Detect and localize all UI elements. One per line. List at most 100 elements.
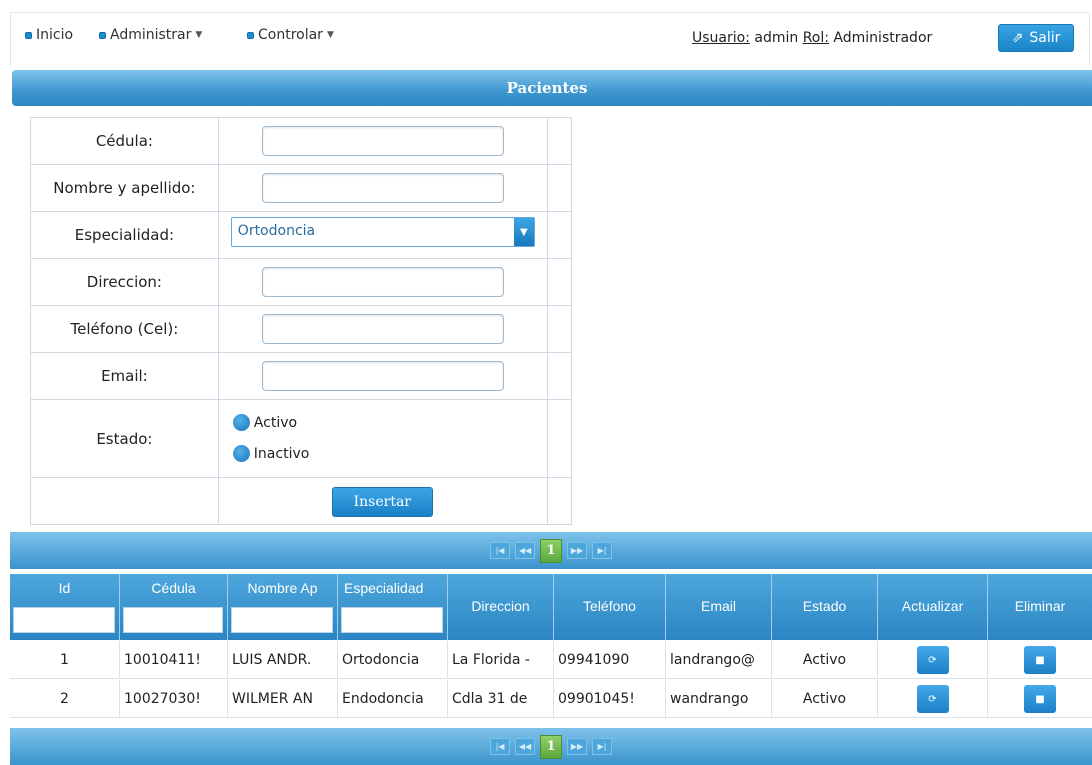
logout-label: Salir [1029,30,1061,46]
radio-activo-label: Activo [253,414,298,431]
cell-cedula: 10027030! [120,680,228,718]
col-title: Id [58,580,71,596]
cell-id: 2 [10,680,120,718]
panel-title: Pacientes [506,79,588,97]
radio-inactivo[interactable]: Inactivo [232,445,310,462]
col-header-cedula[interactable]: Cédula [120,574,228,640]
cell-especialidad: Endodoncia [338,680,448,718]
col-title: Estado [802,598,847,614]
user-name: admin [749,30,803,46]
email-field[interactable] [261,361,504,391]
cell-estado: Activo [772,641,878,679]
col-header-direccion[interactable]: Direccion [448,574,554,640]
col-title: Nombre Ap [247,580,318,596]
filter-input[interactable] [13,607,115,633]
first-page-icon[interactable]: |◀ [490,542,510,559]
cell-telefono: 09901045! [554,680,666,718]
cell-especialidad: Ortodoncia [338,641,448,679]
col-header-estado[interactable]: Estado [772,574,878,640]
grid-header: Id Cédula Nombre Ap Especialidad Direcci… [10,574,1092,640]
email-label: Email: [30,352,219,400]
prev-page-icon[interactable]: ◀◀ [515,738,535,755]
radio-button-icon[interactable] [232,445,250,462]
cell-direccion: Cdla 31 de [448,680,554,718]
square-bullet-icon [99,31,106,39]
col-header-actualizar[interactable]: Actualizar [878,574,988,640]
square-bullet-icon [25,31,32,39]
cell-eliminar: ■ [988,641,1092,679]
nombre-label: Nombre y apellido: [30,164,219,212]
chevron-down-icon: ▼ [195,30,203,40]
cedula-field[interactable] [261,126,504,156]
next-page-icon[interactable]: ▶▶ [567,738,587,755]
radio-button-icon[interactable] [232,414,250,431]
nombre-field[interactable] [261,173,504,203]
col-header-email[interactable]: Email [666,574,772,640]
filter-input[interactable] [231,607,333,633]
user-info: Usuario: admin Rol: Administrador [692,30,932,46]
menu-item-administrar[interactable]: Administrar ▼ [99,27,202,43]
refresh-icon[interactable]: ⟳ [916,646,949,674]
patient-form: Cédula: Nombre y apellido: Especialidad:… [30,117,572,525]
next-page-icon[interactable]: ▶▶ [567,542,587,559]
refresh-icon[interactable]: ⟳ [916,685,949,713]
last-page-icon[interactable]: ▶| [592,542,612,559]
col-title: Eliminar [1014,598,1066,614]
prev-page-icon[interactable]: ◀◀ [515,542,535,559]
cell-actualizar: ⟳ [878,680,988,718]
col-title: Actualizar [901,598,964,614]
bottom-paginator: |◀ ◀◀ 1 ▶▶ ▶| [10,728,1092,765]
insert-button[interactable]: Insertar [331,487,433,517]
trash-icon[interactable]: ■ [1024,646,1056,674]
filter-input[interactable] [341,607,443,633]
menu-item-inicio[interactable]: Inicio [25,27,73,43]
especialidad-value: Ortodoncia [237,223,316,239]
telefono-field[interactable] [261,314,504,344]
cell-email: landrango@ [666,641,772,679]
trash-icon[interactable]: ■ [1024,685,1056,713]
cell-nombre: LUIS ANDR. [228,641,338,679]
col-title: Email [700,598,736,614]
chevron-down-icon[interactable]: ▼ [513,218,534,246]
menu-item-label: Controlar [258,27,323,43]
col-title: Especialidad [344,580,424,596]
page-button[interactable]: 1 [540,538,562,563]
cell-id: 1 [10,641,120,679]
panel-title-bar: Pacientes [12,70,1092,106]
cell-nombre: WILMER AN [228,680,338,718]
col-title: Cédula [151,580,196,596]
cell-email: wandrango [666,680,772,718]
col-header-eliminar[interactable]: Eliminar [988,574,1092,640]
cedula-label: Cédula: [30,117,219,165]
radio-activo[interactable]: Activo [232,414,298,431]
especialidad-label: Especialidad: [30,211,219,259]
rol-label: Rol: [802,30,829,46]
col-header-telefono[interactable]: Teléfono [554,574,666,640]
cell-eliminar: ■ [988,680,1092,718]
cell-direccion: La Florida - [448,641,554,679]
direccion-label: Direccion: [30,258,219,306]
direccion-field[interactable] [261,267,504,297]
table-row[interactable]: 1 10010411! LUIS ANDR. Ortodoncia La Flo… [10,641,1092,679]
top-paginator: |◀ ◀◀ 1 ▶▶ ▶| [10,532,1092,569]
estado-label: Estado: [30,399,219,478]
filter-input[interactable] [123,607,223,633]
cell-telefono: 09941090 [554,641,666,679]
col-header-id[interactable]: Id [10,574,120,640]
last-page-icon[interactable]: ▶| [592,738,612,755]
col-header-nombre[interactable]: Nombre Ap [228,574,338,640]
col-title: Teléfono [583,598,636,614]
table-row[interactable]: 2 10027030! WILMER AN Endodoncia Cdla 31… [10,680,1092,718]
cell-estado: Activo [772,680,878,718]
logout-button[interactable]: ⇗ Salir [998,24,1074,52]
radio-inactivo-label: Inactivo [253,445,310,462]
square-bullet-icon [247,31,254,39]
logout-icon: ⇗ [1011,30,1024,46]
telefono-label: Teléfono (Cel): [30,305,219,353]
page-button[interactable]: 1 [540,734,562,759]
col-header-especialidad[interactable]: Especialidad [338,574,448,640]
rol-value: Administrador [828,30,933,46]
menu-item-controlar[interactable]: Controlar ▼ [247,27,334,43]
especialidad-select[interactable]: Ortodoncia ▼ [230,217,535,247]
first-page-icon[interactable]: |◀ [490,738,510,755]
